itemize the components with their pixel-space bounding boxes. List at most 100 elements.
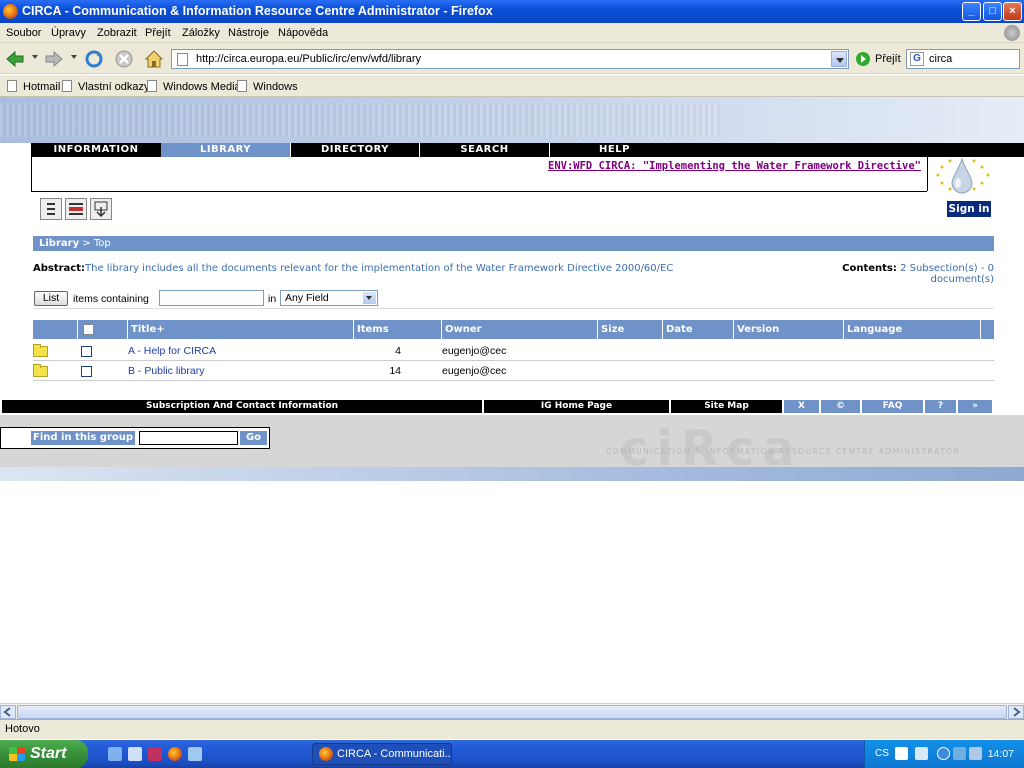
connection-tray-icon[interactable] [953, 747, 966, 760]
taskbar-firefox-window[interactable]: CIRCA - Communicati... [312, 743, 452, 765]
reload-icon[interactable] [84, 49, 104, 69]
copyright-link[interactable]: © [821, 400, 860, 413]
back-icon[interactable] [5, 49, 25, 69]
find-go-button[interactable]: Go [240, 431, 267, 445]
forward-icon[interactable] [44, 49, 64, 69]
site-map-link[interactable]: Site Map [671, 400, 782, 413]
google-icon[interactable]: G [910, 52, 924, 66]
help-tray-icon[interactable] [895, 747, 908, 760]
start-label: Start [30, 745, 67, 762]
tab-search[interactable]: SEARCH [420, 143, 549, 157]
breadcrumb-library-link[interactable]: Library [39, 238, 79, 249]
bookmark-windows-media[interactable]: Windows Media [147, 80, 241, 93]
subscription-link[interactable]: Subscription And Contact Information [2, 400, 482, 413]
help-link[interactable]: ? [925, 400, 956, 413]
select-all-checkbox[interactable] [83, 324, 94, 335]
bookmark-page-icon [7, 80, 17, 92]
site-banner [0, 97, 1024, 143]
folder-icon[interactable] [33, 344, 48, 357]
tab-library[interactable]: LIBRARY [161, 143, 290, 157]
start-button[interactable]: Start [0, 740, 88, 768]
messenger-icon[interactable] [188, 747, 202, 761]
close-link[interactable]: X [784, 400, 819, 413]
field-select[interactable]: Any Field [280, 290, 378, 306]
list-view-icon[interactable] [40, 198, 62, 220]
faq-link[interactable]: FAQ [862, 400, 923, 413]
menu-file[interactable]: Soubor [6, 27, 41, 39]
column-items[interactable]: Items [353, 320, 441, 339]
row-title-link[interactable]: A - Help for CIRCA [128, 345, 216, 357]
find-in-group-input[interactable] [139, 431, 238, 445]
list-button[interactable]: List [34, 291, 68, 306]
menu-bookmarks[interactable]: Záložky [182, 27, 220, 39]
bookmark-windows[interactable]: Windows [237, 80, 298, 93]
bookmark-hotmail[interactable]: Hotmail [7, 80, 60, 93]
column-owner[interactable]: Owner [441, 320, 597, 339]
bookmark-label: Windows Media [163, 81, 241, 93]
row-checkbox[interactable] [81, 366, 92, 377]
search-strip: ciRca COMMUNICATION & INFORMATION RESOUR… [0, 415, 1024, 467]
maximize-button[interactable]: □ [983, 2, 1002, 21]
column-language[interactable]: Language [843, 320, 980, 339]
filter-input[interactable] [159, 290, 264, 306]
contents-text: 2 Subsection(s) - 0 document(s) [900, 263, 994, 285]
folder-icon[interactable] [33, 364, 48, 377]
explorer-icon[interactable] [128, 747, 142, 761]
ig-home-link[interactable]: IG Home Page [484, 400, 669, 413]
column-version[interactable]: Version [733, 320, 843, 339]
field-select-value: Any Field [285, 292, 329, 304]
in-label: in [268, 293, 277, 305]
volume-tray-icon[interactable] [969, 747, 982, 760]
clock[interactable]: 14:07 [988, 748, 1014, 760]
row-owner: eugenjo@cec [442, 365, 507, 377]
web-search-value[interactable]: circa [929, 53, 952, 65]
abstract: Abstract:The library includes all the do… [33, 263, 733, 274]
row-title-link[interactable]: B - Public library [128, 365, 204, 377]
forward-dropdown-icon[interactable] [71, 55, 77, 59]
tab-information[interactable]: INFORMATION [31, 143, 161, 157]
tab-help[interactable]: HELP [550, 143, 679, 157]
items-containing-label: items containing [73, 293, 149, 305]
go-button[interactable]: Přejít [875, 53, 901, 65]
interest-group-title-link[interactable]: ENV:WFD CIRCA: "Implementing the Water F… [548, 160, 921, 172]
horizontal-scrollbar[interactable] [0, 703, 1024, 719]
menu-view[interactable]: Zobrazit [97, 27, 137, 39]
row-owner: eugenjo@cec [442, 345, 507, 357]
close-button[interactable]: × [1003, 2, 1022, 21]
scroll-left-icon[interactable] [0, 705, 16, 719]
column-title[interactable]: Title+ [127, 320, 353, 339]
menu-go[interactable]: Přejít [145, 27, 171, 39]
column-end [980, 320, 994, 339]
network-tray-icon[interactable] [915, 747, 928, 760]
menu-help[interactable]: Nápověda [278, 27, 328, 39]
tab-directory[interactable]: DIRECTORY [291, 143, 419, 157]
home-icon[interactable] [144, 49, 164, 69]
language-indicator[interactable]: CS [875, 748, 889, 759]
menu-edit[interactable]: Úpravy [51, 27, 86, 39]
back-dropdown-icon[interactable] [32, 55, 38, 59]
column-size[interactable]: Size [597, 320, 662, 339]
back-tray-icon[interactable] [937, 747, 950, 760]
scroll-right-icon[interactable] [1008, 705, 1024, 719]
url-history-dropdown[interactable] [831, 51, 847, 67]
show-desktop-icon[interactable] [108, 747, 122, 761]
url-bar[interactable]: http://circa.europa.eu/Public/irc/env/wf… [171, 49, 849, 69]
firefox-quicklaunch-icon[interactable] [168, 747, 182, 761]
download-icon[interactable] [90, 198, 112, 220]
sign-in-button[interactable]: Sign in [947, 201, 991, 217]
go-icon[interactable] [856, 52, 870, 66]
stop-icon[interactable] [114, 49, 134, 69]
scroll-thumb[interactable] [17, 705, 1007, 719]
detail-view-icon[interactable] [65, 198, 87, 220]
window-title-bar[interactable]: CIRCA - Communication & Information Reso… [0, 0, 1024, 23]
web-search-input[interactable]: G circa [906, 49, 1020, 69]
url-text[interactable]: http://circa.europa.eu/Public/irc/env/wf… [196, 53, 421, 65]
row-checkbox[interactable] [81, 346, 92, 357]
throbber-icon [1004, 25, 1020, 41]
bookmark-custom-links[interactable]: Vlastní odkazy [62, 80, 150, 93]
media-player-icon[interactable] [148, 747, 162, 761]
menu-tools[interactable]: Nástroje [228, 27, 269, 39]
more-link[interactable]: » [958, 400, 992, 413]
column-date[interactable]: Date [662, 320, 733, 339]
minimize-button[interactable]: _ [962, 2, 981, 21]
